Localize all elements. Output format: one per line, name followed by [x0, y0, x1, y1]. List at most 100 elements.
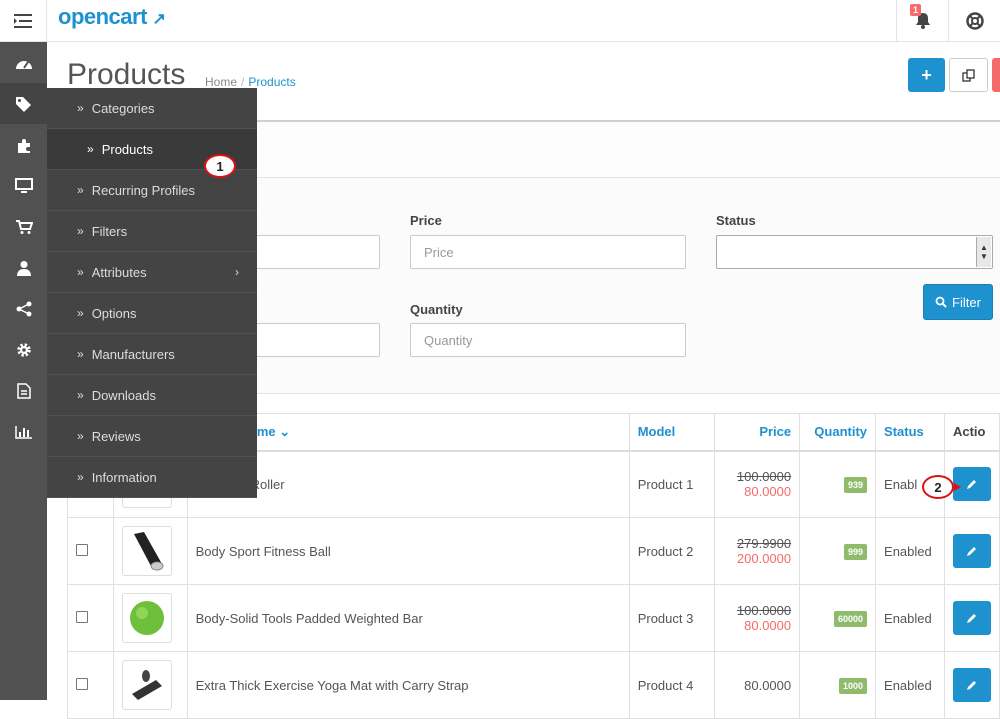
- quantity-label: Quantity: [410, 302, 463, 317]
- cart-icon: [15, 219, 33, 234]
- nav-sales[interactable]: [0, 206, 47, 247]
- row-status: Enabled: [875, 517, 945, 585]
- nav-system[interactable]: [0, 329, 47, 370]
- price-filter-input[interactable]: Price: [410, 235, 686, 269]
- double-chevron-icon: »: [77, 224, 84, 238]
- table-row: Body Sport Fitness Ball Product 2 279.99…: [67, 517, 1000, 585]
- notifications-button[interactable]: [896, 0, 948, 41]
- callout-one: 1: [204, 154, 236, 178]
- edit-button[interactable]: [952, 534, 991, 568]
- pencil-icon: [967, 613, 977, 623]
- double-chevron-icon: »: [77, 429, 84, 443]
- nav-catalog[interactable]: [0, 83, 47, 124]
- select-arrow-icon: ▲ ▼: [976, 237, 991, 267]
- delete-button[interactable]: [992, 58, 1000, 92]
- chevron-right-icon: ›: [235, 265, 239, 279]
- table-row: Body-Solid Tools Padded Weighted Bar Pro…: [67, 584, 1000, 652]
- nav-extensions[interactable]: [0, 124, 47, 165]
- status-select[interactable]: ▲ ▼: [716, 235, 993, 269]
- action-header: Actio: [943, 413, 1000, 452]
- catalog-submenu: » Categories » Products » Recurring Profile…: [47, 88, 257, 498]
- submenu-item-manufacturers[interactable]: » Manufacturers: [47, 334, 257, 375]
- price-header[interactable]: Price: [714, 413, 801, 452]
- life-ring-icon: [965, 11, 984, 30]
- nav-dashboard[interactable]: [0, 42, 47, 83]
- copy-icon: [962, 68, 975, 82]
- chart-icon: [14, 425, 32, 439]
- foam-roller-image: [133, 532, 164, 571]
- quantity-header[interactable]: Quantity: [799, 413, 877, 452]
- medicine-ball-image: [129, 601, 164, 635]
- row-quantity: 60000: [799, 584, 877, 652]
- model-header[interactable]: Model: [628, 413, 716, 452]
- row-price: 279.9900 200.0000: [714, 517, 801, 585]
- nav-customers[interactable]: [0, 247, 47, 288]
- row-checkbox-cell: [67, 651, 114, 719]
- row-price: 80.0000: [714, 651, 801, 719]
- row-image-cell: [112, 651, 188, 719]
- double-chevron-icon: »: [77, 470, 84, 484]
- product-thumbnail[interactable]: [121, 660, 172, 710]
- row-checkbox[interactable]: [76, 610, 88, 623]
- sort-caret-icon: ⌄: [279, 423, 291, 439]
- row-name: Body-Solid Tools Padded Weighted Bar: [186, 584, 630, 652]
- product-thumbnail[interactable]: [121, 526, 172, 576]
- row-action: [943, 517, 1000, 585]
- breadcrumb-current[interactable]: Products: [248, 75, 295, 89]
- pencil-icon: [967, 479, 977, 489]
- tags-icon: [15, 96, 31, 112]
- submenu-item-reviews[interactable]: » Reviews: [47, 416, 257, 457]
- row-name: Body Sport Fitness Ball: [186, 517, 630, 585]
- pencil-icon: [967, 680, 977, 690]
- quantity-filter-input[interactable]: Quantity: [410, 323, 686, 357]
- row-price: 100.0000 80.0000: [714, 450, 801, 518]
- double-chevron-icon: »: [77, 183, 84, 197]
- edit-button[interactable]: [952, 668, 991, 702]
- row-model: Product 4: [628, 651, 716, 719]
- edit-button[interactable]: [952, 601, 991, 635]
- submenu-item-categories[interactable]: » Categories: [47, 88, 257, 129]
- opencart-logo[interactable]: opencart ↗: [58, 4, 166, 30]
- double-chevron-icon: »: [77, 101, 84, 115]
- sidebar: [0, 42, 47, 700]
- page-title: Products: [67, 58, 186, 91]
- submenu-item-filters[interactable]: » Filters: [47, 211, 257, 252]
- nav-statistics[interactable]: [0, 411, 47, 452]
- status-header[interactable]: Status: [875, 413, 945, 452]
- submenu-item-downloads[interactable]: » Downloads: [47, 375, 257, 416]
- breadcrumb-home[interactable]: Home: [205, 75, 237, 89]
- row-name: Extra Thick Exercise Yoga Mat with Carry…: [186, 651, 630, 719]
- double-chevron-icon: »: [77, 265, 84, 279]
- submenu-item-information[interactable]: » Information: [47, 457, 257, 498]
- report-icon: [16, 382, 31, 399]
- table-row: Extra Thick Exercise Yoga Mat with Carry…: [67, 651, 1000, 719]
- submenu-item-attributes[interactable]: » Attributes ›: [47, 252, 257, 293]
- row-price: 100.0000 80.0000: [714, 584, 801, 652]
- add-new-button[interactable]: +: [908, 58, 945, 92]
- row-quantity: 939: [799, 450, 877, 518]
- nav-marketing[interactable]: [0, 288, 47, 329]
- desktop-icon: [14, 177, 33, 193]
- row-checkbox[interactable]: [76, 543, 88, 556]
- puzzle-icon: [17, 138, 30, 153]
- filter-button[interactable]: Filter: [923, 284, 993, 320]
- row-checkbox[interactable]: [76, 677, 88, 690]
- nav-reports[interactable]: [0, 370, 47, 411]
- row-model: Product 3: [628, 584, 716, 652]
- double-chevron-icon: »: [77, 388, 84, 402]
- callout-two: 2: [922, 475, 954, 499]
- notification-badge: 1: [910, 4, 922, 16]
- row-checkbox-cell: [67, 517, 114, 585]
- submenu-item-options[interactable]: » Options: [47, 293, 257, 334]
- breadcrumb-separator: /: [241, 75, 245, 89]
- menu-icon: [14, 13, 32, 28]
- row-quantity: 999: [799, 517, 877, 585]
- copy-button[interactable]: [949, 58, 988, 92]
- nav-design[interactable]: [0, 165, 47, 206]
- menu-toggle-button[interactable]: [0, 0, 47, 41]
- breadcrumb: Home / Products: [205, 75, 296, 89]
- help-button[interactable]: [948, 0, 1000, 41]
- product-thumbnail[interactable]: [121, 593, 172, 643]
- row-checkbox-cell: [67, 584, 114, 652]
- callout-pointer-icon: [954, 483, 961, 491]
